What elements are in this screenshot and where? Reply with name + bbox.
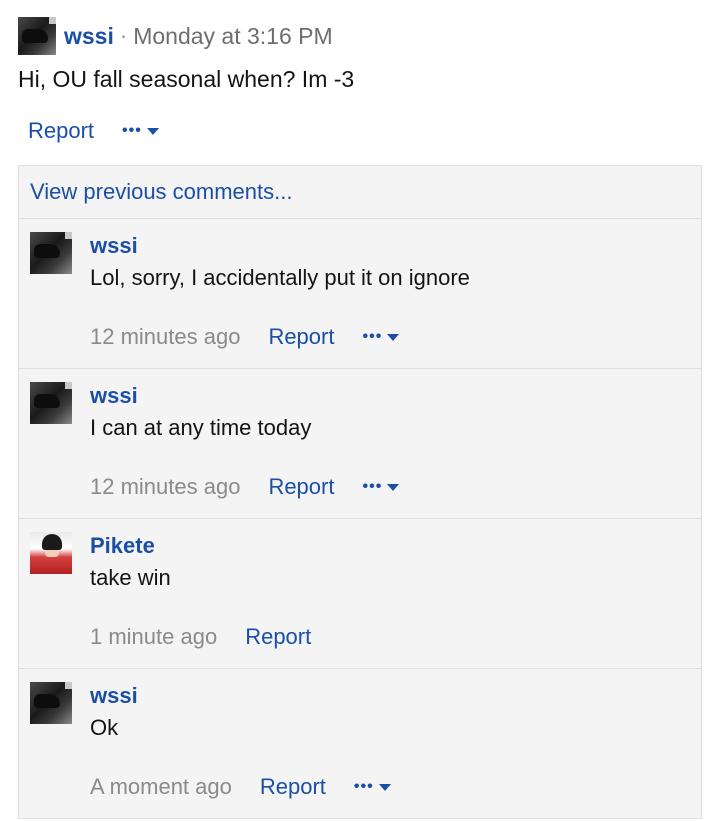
post-body: Hi, OU fall seasonal when? Im -3 <box>18 66 355 92</box>
avatar[interactable] <box>30 232 72 274</box>
comment-author[interactable]: wssi <box>90 383 138 409</box>
comment-time[interactable]: 12 minutes ago <box>90 324 240 350</box>
report-link[interactable]: Report <box>268 474 334 500</box>
more-options-icon: ••• <box>353 778 374 795</box>
comment-text: I can at any time today <box>90 415 312 440</box>
report-link[interactable]: Report <box>28 118 94 144</box>
view-previous-comments-link[interactable]: View previous comments... <box>30 179 292 205</box>
more-options-button[interactable]: ••• <box>362 478 400 496</box>
comment-actions: A moment ago Report ••• <box>90 774 391 800</box>
separator: · <box>119 23 128 48</box>
report-link[interactable]: Report <box>245 624 311 650</box>
more-options-button[interactable]: ••• <box>362 328 400 346</box>
comment-time[interactable]: 12 minutes ago <box>90 474 240 500</box>
report-link[interactable]: Report <box>260 774 326 800</box>
post-header: wssi · Monday at 3:16 PM <box>18 16 333 56</box>
caret-down-icon <box>146 127 159 135</box>
comment-item: wssi I can at any time today 12 minutes … <box>19 369 701 519</box>
view-previous-comments[interactable]: View previous comments... <box>19 166 701 219</box>
caret-down-icon <box>387 333 400 341</box>
more-options-button[interactable]: ••• <box>354 778 391 796</box>
comment-author[interactable]: wssi <box>90 233 138 259</box>
comment-time[interactable]: 1 minute ago <box>90 624 217 650</box>
more-options-icon: ••• <box>122 122 142 139</box>
caret-down-icon <box>387 483 400 491</box>
post-timestamp[interactable]: Monday at 3:16 PM <box>133 23 332 50</box>
more-options-button[interactable]: ••• <box>122 122 159 140</box>
caret-down-icon <box>378 783 391 791</box>
comment-time[interactable]: A moment ago <box>90 774 232 800</box>
comment-actions: 12 minutes ago Report ••• <box>90 474 400 500</box>
avatar[interactable] <box>18 17 56 55</box>
comment-item: wssi Ok A moment ago Report ••• <box>19 669 701 819</box>
comment-actions: 1 minute ago Report <box>90 624 311 650</box>
comment-author[interactable]: wssi <box>90 683 138 709</box>
post-author[interactable]: wssi <box>64 23 114 50</box>
comment-item: Pikete take win 1 minute ago Report <box>19 519 701 669</box>
comment-actions: 12 minutes ago Report ••• <box>90 324 400 350</box>
comment-text: Lol, sorry, I accidentally put it on ign… <box>90 265 470 290</box>
comment-author[interactable]: Pikete <box>90 533 155 559</box>
comment-text: Ok <box>90 715 119 740</box>
avatar[interactable] <box>30 682 72 724</box>
avatar[interactable] <box>30 382 72 424</box>
comment-item: wssi Lol, sorry, I accidentally put it o… <box>19 219 701 369</box>
comments-panel: View previous comments... wssi Lol, sorr… <box>18 165 702 819</box>
comment-text: take win <box>90 565 171 590</box>
post-actions: Report ••• <box>28 118 159 144</box>
more-options-icon: ••• <box>362 328 383 345</box>
avatar[interactable] <box>30 532 72 574</box>
report-link[interactable]: Report <box>268 324 334 350</box>
more-options-icon: ••• <box>362 478 383 495</box>
